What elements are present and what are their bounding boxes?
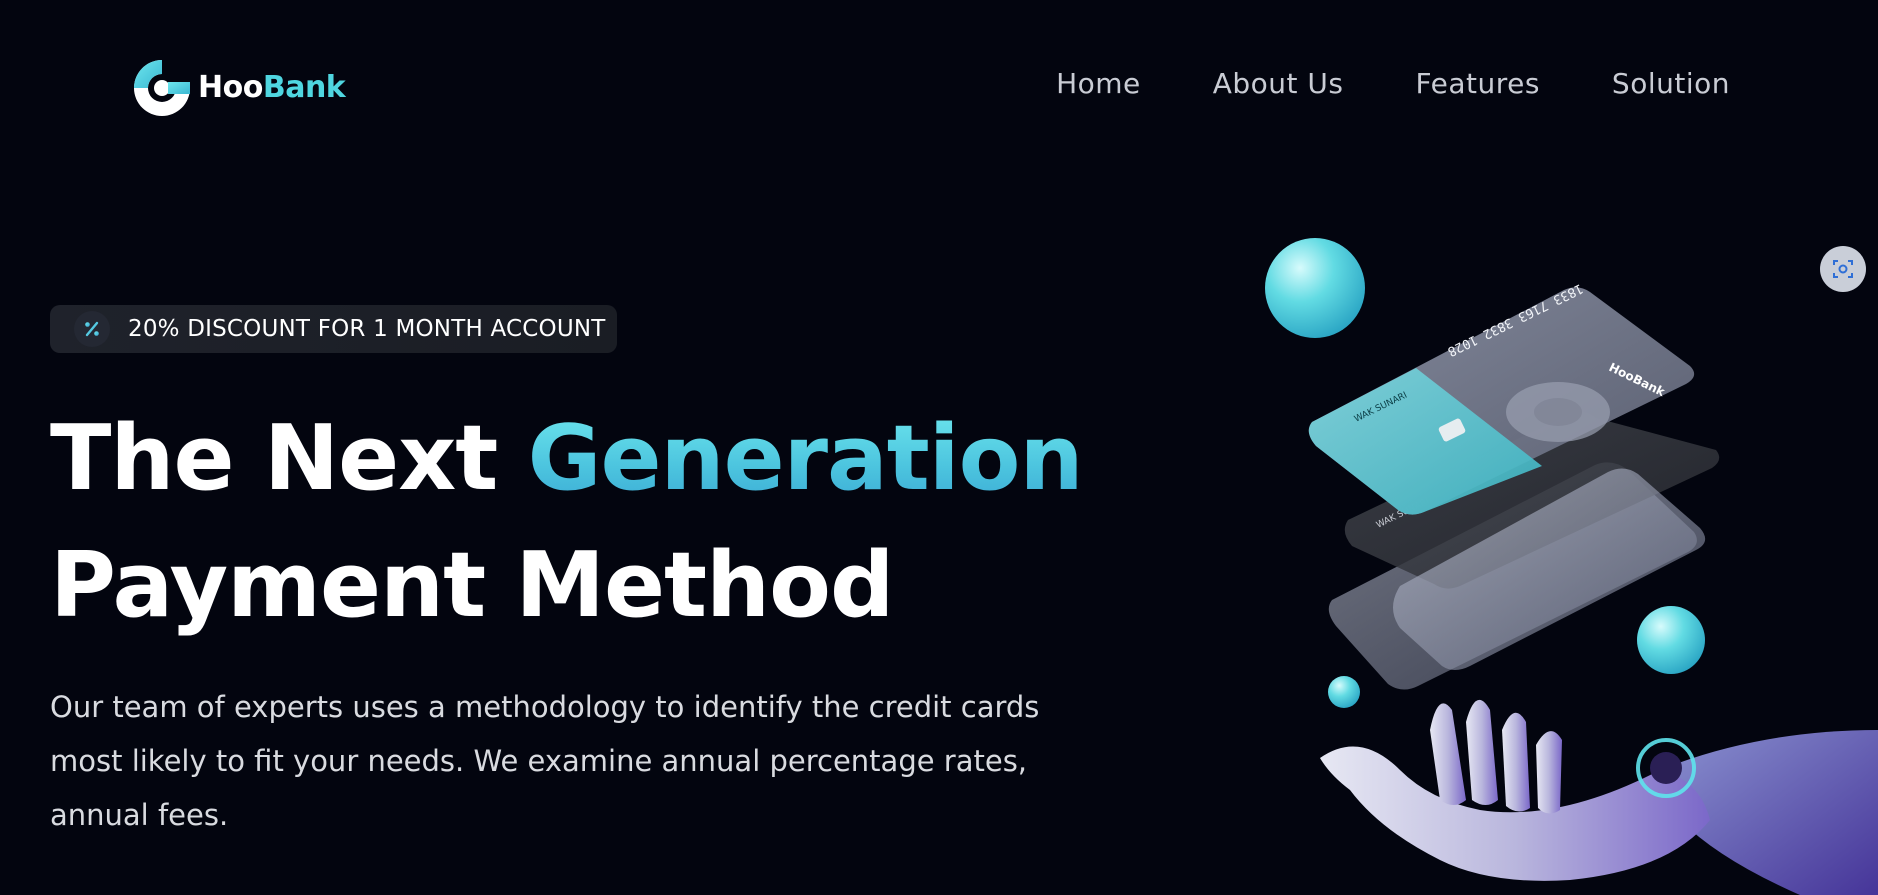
- main-nav: Home About Us Features Solution: [1056, 70, 1730, 98]
- hero-headline: The Next Generation Payment Method: [50, 395, 1084, 649]
- hero-headline-part1: The Next: [50, 406, 528, 511]
- decor-sphere-large: [1265, 238, 1365, 338]
- hoobank-logo-icon: [134, 60, 190, 116]
- brand-logo[interactable]: HooBank: [132, 58, 346, 118]
- discount-badge-text: 20% DISCOUNT FOR 1 MONTH ACCOUNT: [128, 316, 606, 342]
- hero-illustration: WAK SUNARI WAK SUNARI 1833 7163 3832 102…: [1240, 210, 1878, 895]
- hero-headline-line2: Payment Method: [50, 533, 894, 638]
- robot-hand: [1320, 699, 1878, 895]
- hero-headline-highlight: Generation: [527, 406, 1084, 511]
- decor-sphere-small: [1328, 676, 1360, 708]
- brand-name: HooBank: [198, 70, 346, 105]
- brand-name-part1: Hoo: [198, 70, 263, 105]
- nav-item-about-us[interactable]: About Us: [1213, 70, 1344, 98]
- nav-item-features[interactable]: Features: [1416, 70, 1540, 98]
- hero-description: Our team of experts uses a methodology t…: [50, 690, 1040, 832]
- brand-name-part2: Bank: [262, 70, 346, 105]
- nav-item-solution[interactable]: Solution: [1612, 70, 1730, 98]
- nav-item-home[interactable]: Home: [1056, 70, 1141, 98]
- decor-sphere-medium: [1637, 606, 1705, 674]
- discount-icon: [74, 311, 110, 347]
- camera-scan-icon: [1833, 260, 1853, 278]
- discount-badge: 20% DISCOUNT FOR 1 MONTH ACCOUNT: [50, 305, 617, 353]
- screenshot-capture-button[interactable]: [1820, 246, 1866, 292]
